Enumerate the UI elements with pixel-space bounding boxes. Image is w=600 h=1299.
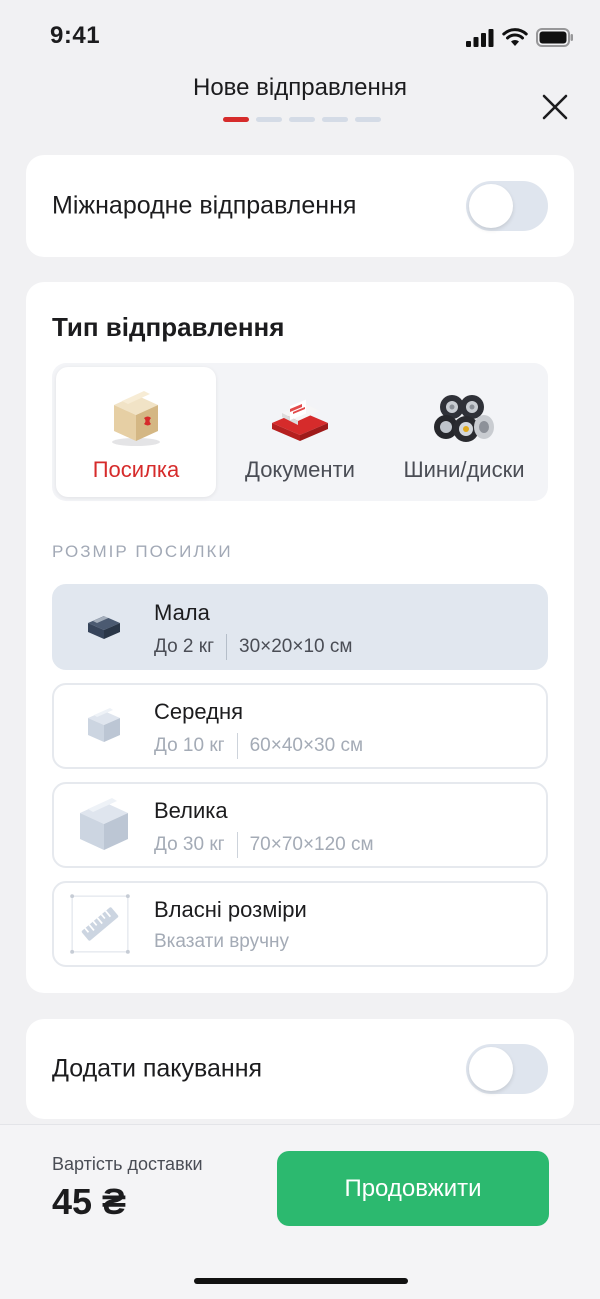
size-meta: До 30 кг 70×70×120 см	[154, 832, 374, 858]
status-time: 9:41	[50, 22, 101, 49]
continue-button[interactable]: Продовжити	[277, 1151, 549, 1226]
size-option-medium[interactable]: Середня До 10 кг 60×40×30 см	[52, 683, 548, 769]
size-option-large[interactable]: Велика До 30 кг 70×70×120 см	[52, 782, 548, 868]
size-weight: До 2 кг	[154, 636, 215, 657]
international-toggle[interactable]	[466, 181, 548, 231]
size-dims: 60×40×30 см	[249, 735, 364, 756]
toggle-knob	[469, 184, 513, 228]
size-name: Мала	[154, 600, 210, 625]
medium-box-icon	[88, 708, 120, 742]
shipment-type-card: Тип відправлення Посилка Документи Шини/…	[26, 282, 574, 993]
size-meta: Вказати вручну	[154, 931, 289, 953]
home-indicator	[194, 1278, 408, 1284]
shipment-type-parcel[interactable]: Посилка	[56, 367, 216, 497]
size-meta: До 2 кг 30×20×10 см	[154, 634, 352, 660]
status-icons	[466, 28, 574, 47]
toggle-knob	[469, 1047, 513, 1091]
divider	[236, 832, 238, 858]
size-option-small[interactable]: Мала До 2 кг 30×20×10 см	[52, 584, 548, 670]
divider	[226, 634, 228, 660]
battery-icon	[536, 28, 573, 47]
size-dims: 70×70×120 см	[249, 834, 374, 855]
size-name: Середня	[154, 699, 244, 724]
size-option-custom[interactable]: Власні розміри Вказати вручну	[52, 881, 548, 967]
shipment-type-label: Шини/диски	[403, 457, 525, 482]
packaging-label: Додати пакування	[52, 1054, 263, 1083]
shipment-type-documents[interactable]: Документи	[220, 367, 380, 497]
shipment-type-label: Документи	[245, 457, 355, 482]
size-weight: До 10 кг	[154, 735, 225, 756]
footer-bar: Вартість доставки 45 ₴ Продовжити	[0, 1124, 600, 1299]
size-meta: До 10 кг 60×40×30 см	[154, 733, 363, 759]
parcel-size-heading: РОЗМІР ПОСИЛКИ	[52, 542, 233, 561]
size-weight: До 30 кг	[154, 834, 225, 855]
size-dims: 30×20×10 см	[239, 636, 353, 657]
close-icon	[542, 94, 568, 120]
shipment-type-title: Тип відправлення	[52, 312, 285, 342]
status-bar: 9:41	[0, 0, 600, 76]
cellular-signal-icon	[466, 28, 494, 47]
large-box-icon	[80, 798, 128, 850]
size-name: Власні розміри	[154, 897, 307, 922]
small-box-icon	[88, 614, 120, 639]
shipment-type-label: Посилка	[92, 457, 180, 482]
step-1	[223, 117, 249, 122]
step-3	[289, 117, 315, 122]
international-card: Міжнародне відправлення	[26, 155, 574, 257]
wifi-icon	[502, 28, 528, 46]
delivery-cost-value: 45 ₴	[52, 1181, 127, 1222]
international-label: Міжнародне відправлення	[52, 191, 357, 220]
documents-icon	[272, 399, 328, 441]
divider	[236, 733, 238, 759]
step-4	[322, 117, 348, 122]
packaging-card: Додати пакування	[26, 1019, 574, 1119]
step-indicator	[223, 117, 381, 122]
step-2	[256, 117, 282, 122]
parcel-box-icon	[112, 391, 160, 446]
shipment-type-tires[interactable]: Шини/диски	[384, 367, 544, 497]
tires-icon	[434, 395, 494, 442]
ruler-icon	[70, 894, 130, 954]
shipment-type-selector: Посилка Документи Шини/диски	[52, 363, 548, 501]
packaging-toggle[interactable]	[466, 1044, 548, 1094]
page-title: Нове відправлення	[192, 74, 407, 101]
size-hint: Вказати вручну	[154, 931, 290, 952]
close-button[interactable]	[540, 92, 570, 122]
size-name: Велика	[154, 798, 228, 823]
step-5	[355, 117, 381, 122]
delivery-cost-label: Вартість доставки	[52, 1154, 203, 1174]
